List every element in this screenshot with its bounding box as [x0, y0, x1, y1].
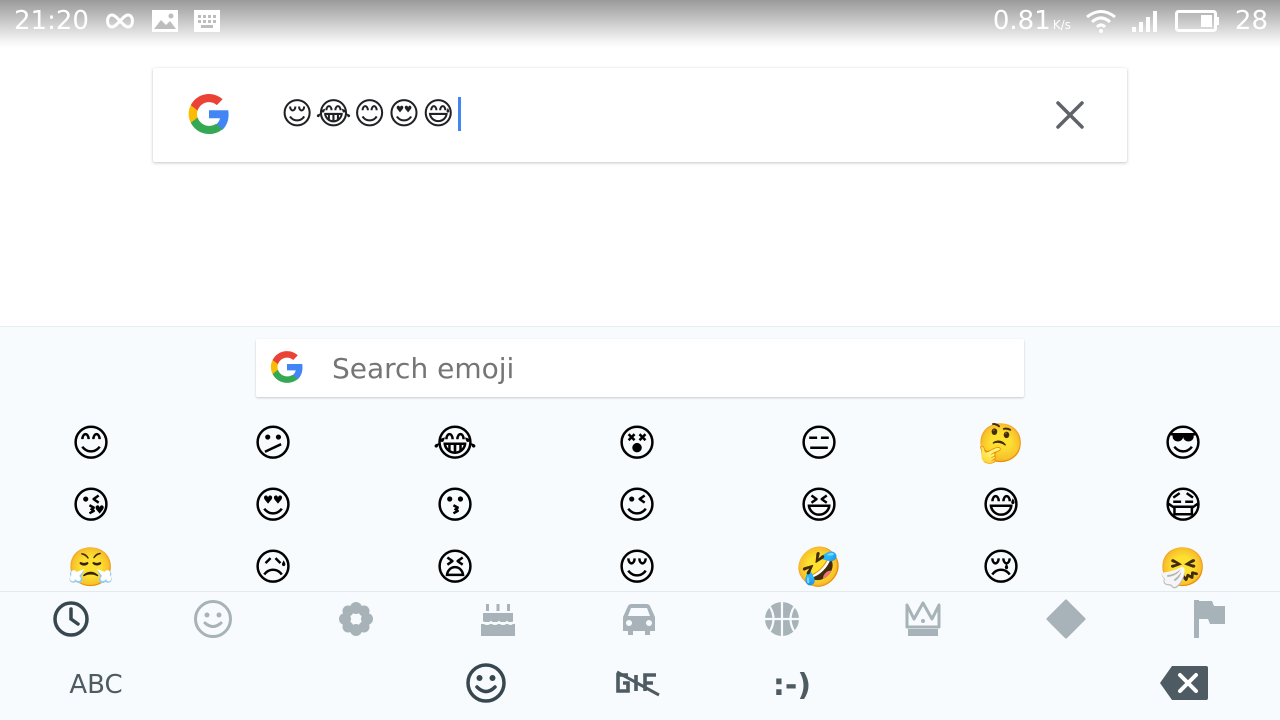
emoji-key[interactable]: 😷: [1153, 475, 1213, 535]
car-icon: [619, 601, 659, 641]
status-left: 21:20: [14, 6, 221, 36]
emoji-key[interactable]: 😤: [61, 537, 121, 591]
delete-key[interactable]: [1158, 659, 1210, 711]
text-cursor: [457, 97, 461, 131]
keyboard-bottom-row: ABC :-): [0, 653, 1280, 717]
network-unit: K/s: [1052, 18, 1071, 32]
signal-icon: [1131, 9, 1161, 33]
flower-icon: [337, 600, 375, 642]
clock-icon: [52, 600, 90, 642]
diamond-icon: [1046, 599, 1086, 643]
tab-activities[interactable]: [754, 596, 810, 646]
abc-key[interactable]: ABC: [56, 661, 136, 709]
emoji-key[interactable]: 😑: [789, 413, 849, 473]
category-bar: [0, 592, 1280, 650]
infinity-icon: [103, 11, 137, 31]
tab-symbols[interactable]: [1038, 596, 1094, 646]
tab-objects[interactable]: [895, 596, 951, 646]
smiley-icon: [193, 599, 233, 643]
cake-icon: [478, 600, 518, 642]
flag-icon: [1190, 598, 1228, 644]
emoji-key[interactable]: 😕: [243, 413, 303, 473]
emoji-key[interactable]: 😢: [971, 537, 1031, 591]
emoji-key[interactable]: 😂: [425, 413, 485, 473]
gif-key[interactable]: [610, 659, 666, 711]
emoji-key[interactable]: 😗: [425, 475, 485, 535]
emoji-face-icon: [465, 662, 507, 708]
crown-icon: [903, 599, 943, 643]
close-icon[interactable]: [1053, 98, 1087, 132]
tab-food[interactable]: [470, 596, 526, 646]
tab-travel[interactable]: [611, 596, 667, 646]
wifi-icon: [1085, 9, 1117, 33]
keyboard-icon: [193, 9, 221, 33]
status-time: 21:20: [14, 6, 89, 36]
emoji-key[interactable]: 🤣: [789, 537, 849, 591]
tab-smileys[interactable]: [185, 596, 241, 646]
search-query-text: 😌😂😊😍😅: [281, 96, 457, 132]
image-icon: [151, 9, 179, 33]
emoji-key[interactable]: 😌: [607, 537, 667, 591]
emoji-key[interactable]: 😍: [243, 475, 303, 535]
status-right: 0.81 K/s 28: [993, 6, 1268, 36]
search-query[interactable]: 😌😂😊😍😅: [281, 92, 461, 136]
emoji-key[interactable]: 🤔: [971, 413, 1031, 473]
emoji-search-bar[interactable]: [256, 339, 1024, 397]
google-g-logo: [268, 348, 306, 386]
emoji-mode-key[interactable]: [462, 659, 510, 711]
emoji-key[interactable]: 😵: [607, 413, 667, 473]
status-bar: 21:20 0.81 K/s 28: [0, 0, 1280, 48]
battery-level: 28: [1234, 6, 1268, 36]
emoji-key[interactable]: 😎: [1153, 413, 1213, 473]
emoji-key[interactable]: 😊: [61, 413, 121, 473]
emoticon-key[interactable]: :-): [762, 659, 822, 711]
emoji-search-input[interactable]: [330, 347, 990, 389]
emoji-key[interactable]: 😆: [789, 475, 849, 535]
emoji-grid: 😊 😕 😂 😵 😑 🤔 😎 😘 😍 😗 😉 😆 😅 😷 😤 😥 😫 😌 🤣 😢 🤧: [0, 413, 1280, 591]
emoji-key[interactable]: 🤧: [1153, 537, 1213, 591]
emoji-key[interactable]: 😉: [607, 475, 667, 535]
emoji-key[interactable]: 😘: [61, 475, 121, 535]
tab-flags[interactable]: [1181, 596, 1237, 646]
emoji-key[interactable]: 😅: [971, 475, 1031, 535]
google-g-logo: [185, 90, 233, 138]
backspace-icon: [1158, 664, 1210, 706]
tab-recent[interactable]: [43, 596, 99, 646]
battery-icon: [1174, 9, 1221, 33]
emoji-key[interactable]: 😫: [425, 537, 485, 591]
emoji-keyboard: 😊 😕 😂 😵 😑 🤔 😎 😘 😍 😗 😉 😆 😅 😷 😤 😥 😫 😌 🤣 😢 🤧: [0, 326, 1280, 720]
google-search-box[interactable]: 😌😂😊😍😅: [153, 68, 1127, 162]
gif-off-icon: [613, 668, 663, 702]
tab-nature[interactable]: [328, 596, 384, 646]
network-speed: 0.81: [992, 6, 1051, 36]
emoji-key[interactable]: 😥: [243, 537, 303, 591]
ball-icon: [763, 600, 801, 642]
